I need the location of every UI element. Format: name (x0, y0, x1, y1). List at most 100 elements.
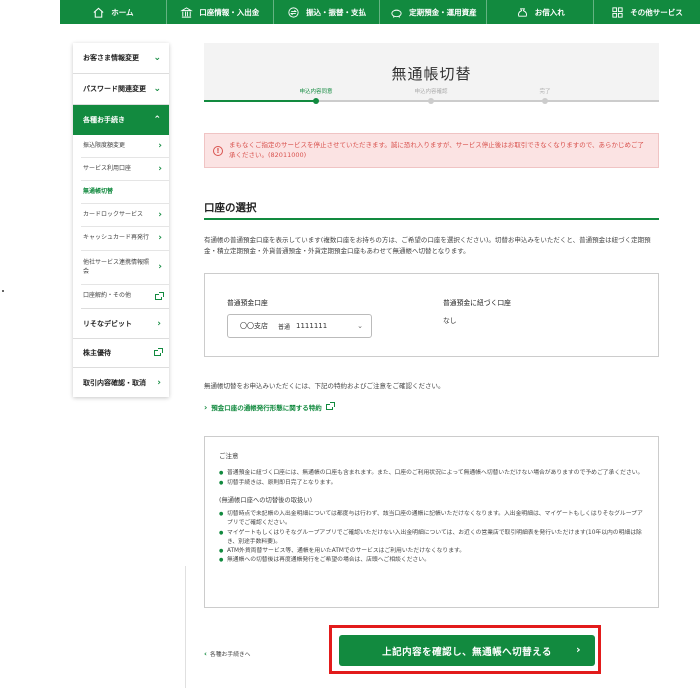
sidebar-menu: お客さま情報変更 ⌄ パスワード関連変更 ⌄ 各種お手続き ⌃ 振込限度額変更 … (73, 43, 169, 397)
savings-account-label: 普通預金口座 (227, 299, 268, 307)
sidebar-subitem-card-reissue[interactable]: キャッシュカード再発行 › (81, 227, 169, 251)
caution-bullet: 無通帳への切替後は再度通帳発行をご希望の場合は、店頭へご相談ください。 (219, 556, 644, 565)
confirm-button-label: 上記内容を確認し、無通帳へ切替える (382, 646, 552, 658)
home-icon (93, 7, 104, 18)
caution-panel: ご注意 普通預金に紐づく口座には、無通帳の口座も含まれます。また、口座のご利用状… (204, 436, 659, 608)
step-label-2: 申込内容確認 (414, 89, 448, 95)
bank-icon (180, 6, 194, 18)
nav-transfer[interactable]: 振込・振替・支払 (274, 0, 381, 24)
back-link-label: 各種お手続きへ (209, 652, 251, 658)
sidebar-item-shareholder[interactable]: 株主優待 (73, 339, 169, 368)
sidebar-subitem-label: キャッシュカード再発行 (83, 234, 150, 242)
global-nav: ホーム 口座情報・入出金 振込・振替・支払 定期預金・運用資産 お借入れ その他… (60, 0, 700, 24)
alert-text: まもなくご指定のサービスを停止させていただきます。誠に恐れ入りますが、サービス停… (229, 141, 644, 159)
sidebar-subitem-card-lock[interactable]: カードロックサービス › (81, 204, 169, 227)
sidebar-item-password[interactable]: パスワード関連変更 ⌄ (73, 74, 169, 105)
service-stop-alert: ! まもなくご指定のサービスを停止させていただきます。誠に恐れ入りますが、サービ… (204, 133, 659, 168)
nav-label: 口座情報・入出金 (199, 7, 260, 17)
nav-label: お借入れ (534, 7, 565, 17)
sidebar-subitem-partner-services[interactable]: 他社サービス連携情報照会 › (81, 251, 169, 285)
sidebar-subitem-service-account[interactable]: サービス利用口座 › (81, 158, 169, 181)
caution-bullet: 切替手続きは、原則即日完了となります。 (219, 479, 644, 488)
chevron-right-icon: › (158, 140, 162, 151)
chevron-right-icon: › (158, 163, 162, 174)
nav-label: ホーム (111, 7, 134, 17)
account-select[interactable]: 〇〇支店 普通 1111111 ⌄ (227, 314, 372, 338)
chevron-right-icon: › (204, 402, 208, 412)
sidebar-item-debit[interactable]: リそなデビット › (73, 309, 169, 339)
caution-bullet: 普通預金に紐づく口座には、無通帳の口座も含まれます。また、口座のご利用状況によっ… (219, 469, 644, 478)
chevron-down-icon: ⌄ (357, 322, 363, 330)
sidebar-subitem-account-closure[interactable]: 口座解約・その他 (81, 285, 169, 309)
sidebar-subitem-transfer-limit[interactable]: 振込限度額変更 › (81, 135, 169, 158)
nav-deposits[interactable]: 定期預金・運用資産 (380, 0, 488, 24)
sidebar-subitem-label: 口座解約・その他 (83, 292, 132, 300)
chevron-right-icon: › (158, 262, 162, 273)
sidebar-item-label: お客さま情報変更 (83, 54, 139, 62)
nav-home[interactable]: ホーム (60, 0, 167, 24)
notice-text: 無通帳切替をお申込みいただくには、下記の特約およびご注意をご確認ください。 (204, 382, 445, 390)
section-divider (204, 218, 659, 220)
stray-dot (2, 290, 4, 292)
piggy-bank-icon (391, 9, 402, 18)
sidebar-item-customer-info[interactable]: お客さま情報変更 ⌄ (73, 43, 169, 74)
caution-bullet: 切替時点で未記帳の入出金明細については都度与は行わず、該当口座の通帳に記帳いただ… (219, 510, 644, 529)
external-link-icon (154, 348, 163, 356)
section-title: 口座の選択 (204, 202, 257, 214)
nav-label: 定期預金・運用資産 (409, 7, 477, 17)
step-dot-current (313, 98, 319, 104)
transfer-icon (288, 6, 299, 18)
step-line-done (204, 100, 316, 102)
progress-stepper: 申込内容同意 申込内容確認 完了 (204, 87, 659, 111)
linked-account-value: なし (443, 317, 457, 325)
account-selection-panel: 普通預金口座 普通預金に紐づく口座 〇〇支店 普通 1111111 ⌄ なし (204, 273, 659, 357)
sidebar-item-label: 取引内容確認・取消 (83, 378, 146, 387)
step-dot-2 (428, 98, 434, 104)
grid-icon (612, 6, 623, 18)
chevron-right-icon: › (157, 377, 161, 388)
policy-link-label: 預金口座の通帳発行形態に関する特約 (211, 404, 322, 412)
nav-account-info[interactable]: 口座情報・入出金 (167, 0, 274, 24)
external-link-icon (325, 402, 335, 410)
info-circle-icon: ! (213, 145, 223, 156)
back-to-procedures-link[interactable]: ‹ 各種お手続きへ (204, 649, 251, 659)
chevron-right-icon: › (157, 318, 161, 329)
nav-loans[interactable]: お借入れ (487, 0, 595, 24)
sidebar-item-label: 株主優待 (83, 349, 111, 357)
chevron-right-icon: › (575, 643, 581, 656)
divider-line (185, 566, 186, 688)
intro-text: 有通帳の普通預金口座を表示しています(複数口座をお持ちの方は、ご希望の口座を選択… (204, 236, 651, 256)
linked-account-label: 普通預金に紐づく口座 (443, 299, 511, 307)
caution-subheading: (無通帳口座への切替後の取扱い) (219, 496, 313, 504)
select-account-type: 普通 (278, 323, 291, 331)
loan-icon (517, 7, 527, 17)
chevron-left-icon: ‹ (204, 649, 207, 658)
sidebar-subitem-label: 他社サービス連携情報照会 (83, 259, 150, 275)
select-account-number: 1111111 (296, 322, 328, 330)
nav-label: その他サービス (630, 7, 683, 17)
caution-bullet: ATM外貨両替サービス等、通帳を用いたATMでのサービスはご利用いただけなくなり… (219, 547, 644, 556)
sidebar-item-label: 各種お手続き (83, 116, 125, 124)
sidebar-item-label: パスワード関連変更 (83, 85, 146, 93)
step-label-3: 完了 (539, 89, 551, 95)
chevron-up-icon: ⌃ (153, 115, 161, 125)
policy-link[interactable]: › 預金口座の通帳発行形態に関する特約 (204, 402, 335, 412)
step-label-1: 申込内容同意 (299, 89, 333, 95)
caution-heading: ご注意 (219, 452, 239, 460)
sidebar-subitem-label: サービス利用口座 (83, 164, 132, 172)
sidebar-subitem-passbookless[interactable]: 無通帳切替 (81, 181, 169, 204)
page-title: 無通帳切替 (391, 65, 472, 83)
sidebar-item-transactions[interactable]: 取引内容確認・取消 › (73, 368, 169, 397)
sidebar-item-label: リそなデビット (83, 319, 132, 328)
nav-other-services[interactable]: その他サービス (594, 0, 700, 24)
select-branch: 〇〇支店 (240, 322, 268, 330)
confirm-switch-button[interactable]: 上記内容を確認し、無通帳へ切替える › (339, 635, 595, 666)
sidebar-subitem-label: 振込限度額変更 (83, 141, 126, 149)
caution-bullet: マイゲートもしくはりそなグループアプリでご確認いただけない入出金明細については、… (219, 529, 644, 548)
sidebar-item-procedures[interactable]: 各種お手続き ⌃ (73, 105, 169, 135)
step-line-pending (316, 100, 659, 102)
sidebar-subitem-label: 無通帳切替 (83, 187, 114, 195)
step-dot-3 (542, 98, 548, 104)
chevron-down-icon: ⌄ (153, 53, 161, 63)
external-link-icon (155, 291, 164, 300)
